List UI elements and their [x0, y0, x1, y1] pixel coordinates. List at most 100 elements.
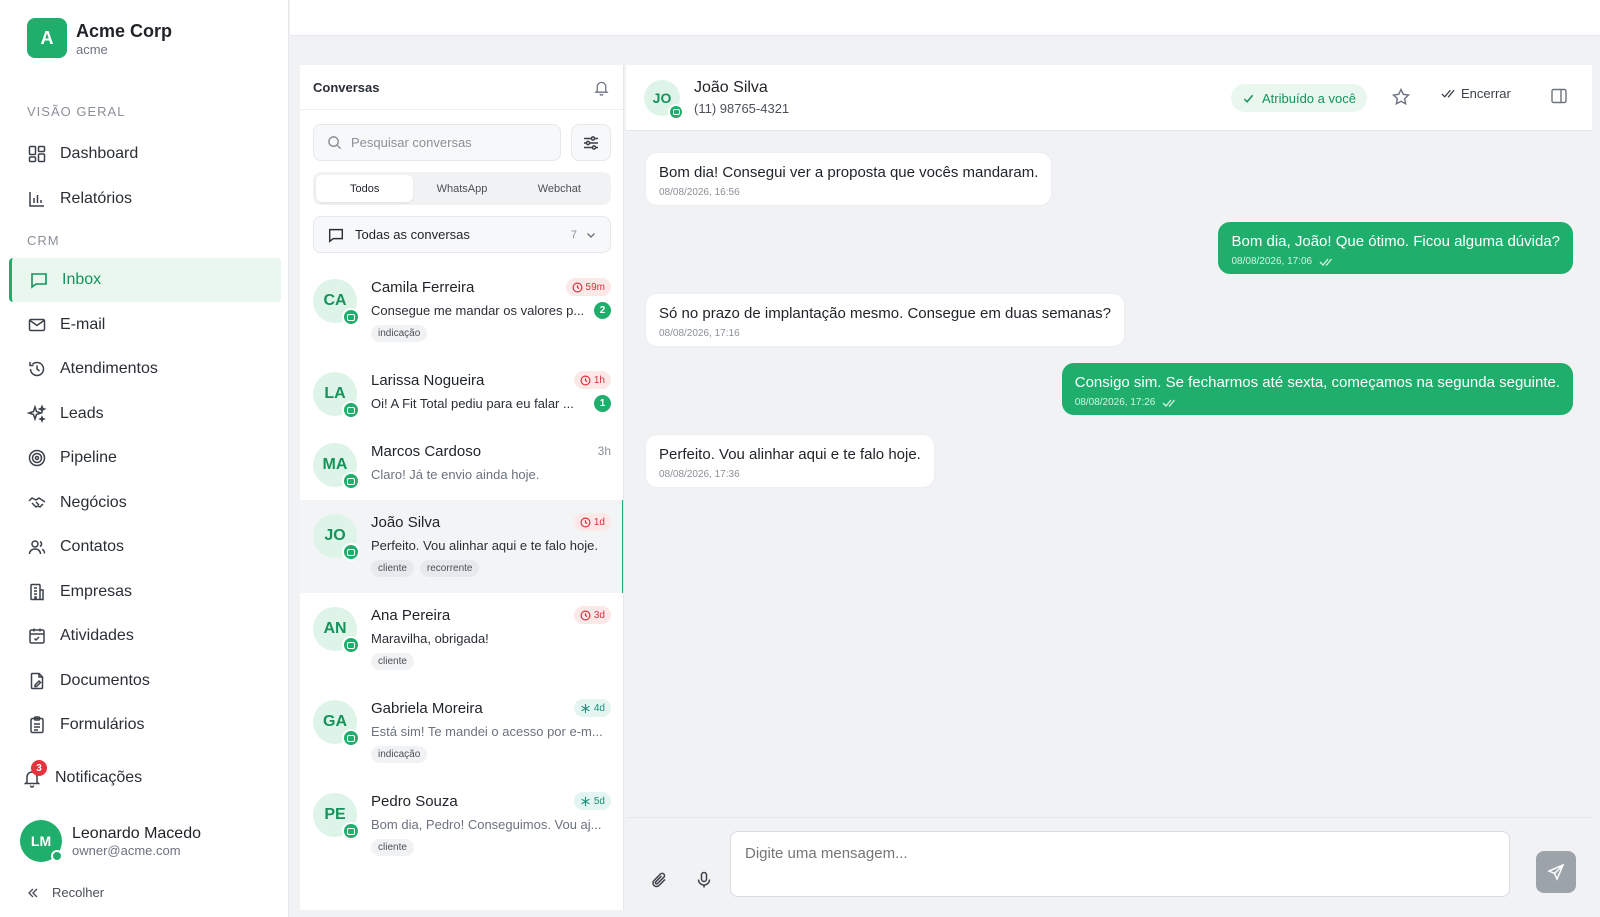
- building-icon: [30, 583, 44, 601]
- sidebar-item-label: Atendimentos: [60, 360, 158, 377]
- sidebar-item-label: Relatórios: [60, 190, 133, 207]
- search-placeholder: Pesquisar conversas: [351, 135, 472, 150]
- section-label-overview: VISÃO GERAL: [27, 104, 126, 119]
- sidebar-item-contatos[interactable]: Contatos: [9, 525, 281, 569]
- message-time: 08/08/2026, 17:26: [1074, 397, 1156, 408]
- snowflake-icon: [581, 703, 590, 713]
- chart-icon: [29, 192, 44, 207]
- sidebar-item-atendimentos[interactable]: Atendimentos: [9, 347, 281, 391]
- brand-name: Acme Corp: [76, 20, 173, 41]
- message-outgoing: Consigo sim. Se fecharmos até sexta, com…: [1061, 363, 1573, 415]
- tag: recorrente: [419, 560, 480, 577]
- avatar: PE: [313, 793, 360, 840]
- assigned-badge[interactable]: Atribuído a você: [1231, 84, 1367, 112]
- sidebar-panel-icon[interactable]: [1550, 87, 1568, 105]
- unread-count-badge: 1: [594, 394, 611, 412]
- channel-icon: [668, 104, 684, 120]
- channel-icon: [342, 401, 360, 419]
- close-conversation-button[interactable]: Encerrar: [1441, 86, 1511, 101]
- message-text: Só no prazo de implantação mesmo. Conseg…: [659, 305, 1111, 322]
- tag: indicação: [371, 325, 428, 342]
- dashboard-icon: [28, 145, 46, 163]
- filter-count: 7: [570, 228, 577, 241]
- message-input[interactable]: [730, 831, 1510, 897]
- conversation-list-header: Conversas: [300, 65, 623, 110]
- channel-icon: [342, 472, 360, 490]
- double-check-icon: [1319, 258, 1333, 266]
- search-input[interactable]: Pesquisar conversas: [313, 124, 561, 161]
- avatar: LM: [20, 820, 63, 862]
- conversation-preview: Maravilha, obrigada!: [371, 630, 489, 646]
- tab-whatsapp[interactable]: WhatsApp: [413, 175, 510, 202]
- conversation-item[interactable]: GA Gabriela Moreira 4d Está sim! Te mand…: [300, 686, 623, 779]
- contact-name[interactable]: João Silva: [694, 79, 768, 97]
- channel-icon: [342, 729, 360, 747]
- microphone-icon[interactable]: [695, 871, 713, 889]
- handshake-icon: [28, 497, 46, 508]
- sidebar-item-atividades[interactable]: Atividades: [9, 614, 281, 658]
- tab-todos[interactable]: Todos: [316, 175, 414, 202]
- tag: cliente: [371, 560, 414, 577]
- sidebar-item-relatorios[interactable]: Relatórios: [9, 177, 281, 221]
- sidebar-item-label: Negócios: [60, 494, 127, 511]
- users-icon: [28, 540, 46, 555]
- target-icon: [28, 449, 46, 467]
- sidebar-item-documentos[interactable]: Documentos: [9, 659, 281, 703]
- conversation-item[interactable]: MA Marcos Cardoso 3h Claro! Já te envio …: [300, 429, 623, 500]
- filters-button[interactable]: [571, 124, 611, 161]
- conversation-preview: Oi! A Fit Total pediu para eu falar ...: [371, 395, 574, 411]
- user-initials: LM: [30, 833, 52, 849]
- paperclip-icon[interactable]: [650, 871, 668, 889]
- sidebar-item-empresas[interactable]: Empresas: [9, 570, 281, 614]
- user-email: owner@acme.com: [72, 842, 181, 858]
- message-text: Consigo sim. Se fecharmos até sexta, com…: [1074, 374, 1560, 391]
- send-icon: [1547, 863, 1565, 881]
- channel-icon: [342, 822, 360, 840]
- collapse-sidebar-button[interactable]: Recolher: [26, 885, 104, 900]
- assigned-label: Atribuído a você: [1262, 90, 1356, 106]
- chat-panel: JO João Silva (11) 98765-4321 Atribuído …: [626, 65, 1592, 910]
- bell-icon[interactable]: [593, 79, 610, 96]
- conversation-item[interactable]: CA Camila Ferreira 59m Consegue me manda…: [300, 265, 623, 358]
- sidebar-item-pipeline[interactable]: Pipeline: [9, 436, 281, 480]
- search-icon: [328, 136, 342, 150]
- clock-icon: [572, 282, 583, 292]
- check-icon: [1243, 94, 1254, 103]
- sidebar-item-inbox[interactable]: Inbox: [9, 258, 281, 302]
- sidebar-item-label: Formulários: [60, 716, 145, 733]
- conversation-item-selected[interactable]: JO João Silva 1d Perfeito. Vou alinhar a…: [300, 500, 623, 593]
- user-name: Leonardo Macedo: [72, 824, 201, 842]
- user-profile[interactable]: LM Leonardo Macedo owner@acme.com: [20, 820, 201, 862]
- message-time: 08/08/2026, 17:36: [659, 469, 740, 480]
- conversation-preview: Consegue me mandar os valores p...: [371, 302, 585, 318]
- online-status-dot: [51, 850, 63, 862]
- conversation-preview: Bom dia, Pedro! Conseguimos. Vou aj...: [371, 816, 602, 832]
- conversation-list-panel: Conversas Pesquisar conversas Todos What…: [300, 65, 624, 910]
- channel-icon: [342, 543, 360, 561]
- star-icon[interactable]: [1391, 87, 1411, 107]
- conversation-filter-select[interactable]: Todas as conversas 7: [313, 216, 611, 253]
- conversation-preview: Perfeito. Vou alinhar aqui e te falo hoj…: [371, 537, 598, 553]
- conversation-item[interactable]: AN Ana Pereira 3d Maravilha, obrigada! c…: [300, 593, 623, 686]
- tab-webchat[interactable]: Webchat: [511, 175, 608, 202]
- sparkles-icon: [27, 404, 47, 423]
- message-composer: [626, 817, 1592, 910]
- sidebar-item-email[interactable]: E-mail: [9, 303, 281, 347]
- send-button[interactable]: [1536, 851, 1576, 893]
- sidebar-item-leads[interactable]: Leads: [9, 392, 281, 436]
- history-icon: [29, 361, 45, 377]
- avatar: JO: [313, 514, 360, 561]
- sidebar-item-formularios[interactable]: Formulários: [9, 703, 281, 747]
- brand[interactable]: A Acme Corp acme: [27, 18, 172, 58]
- conversation-item[interactable]: LA Larissa Nogueira 1h Oi! A Fit Total p…: [300, 358, 623, 431]
- sidebar-item-negocios[interactable]: Negócios: [9, 481, 281, 525]
- message-text: Bom dia, João! Que ótimo. Ficou alguma d…: [1231, 233, 1560, 250]
- avatar[interactable]: JO: [644, 80, 684, 120]
- notifications-button[interactable]: 3 Notificações: [22, 760, 142, 788]
- time-badge: 4d: [573, 699, 611, 717]
- double-check-icon: [1441, 89, 1455, 98]
- time-badge: 3d: [573, 606, 611, 624]
- sidebar-item-dashboard[interactable]: Dashboard: [9, 132, 281, 176]
- clipboard-icon: [30, 716, 44, 734]
- conversation-item[interactable]: PE Pedro Souza 5d Bom dia, Pedro! Conseg…: [300, 779, 623, 872]
